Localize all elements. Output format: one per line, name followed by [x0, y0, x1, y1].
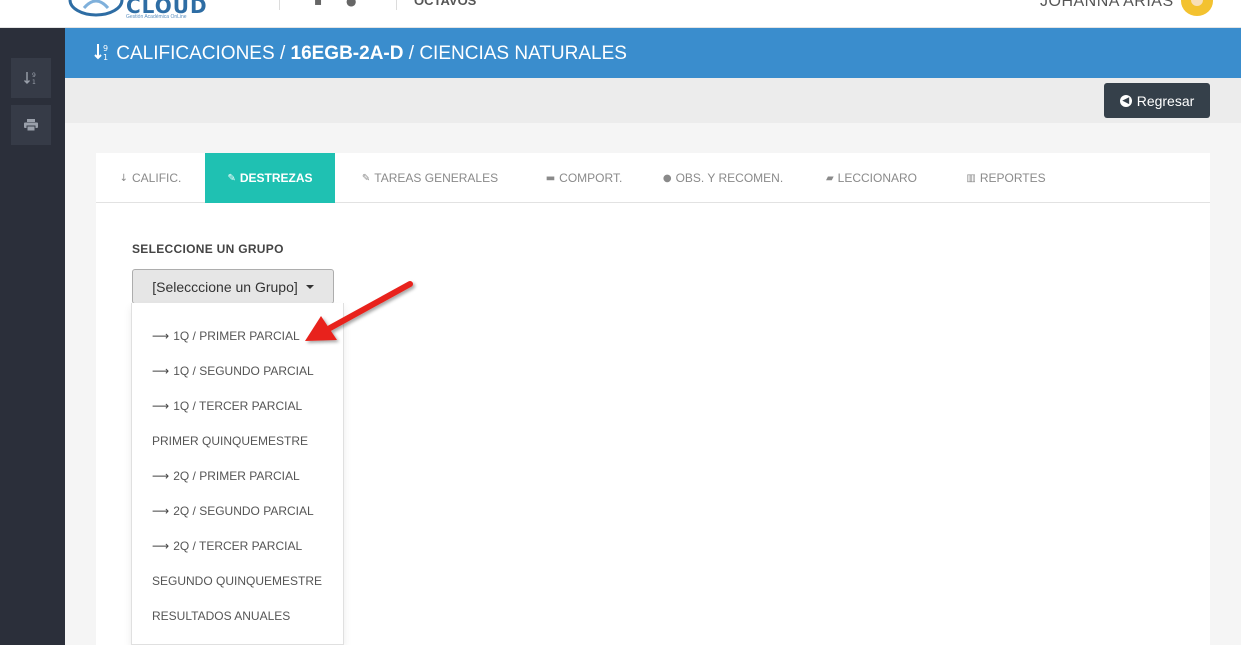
comments-icon: ●	[662, 172, 672, 184]
user-name[interactable]: JOHANNA ARIAS	[1040, 0, 1174, 11]
long-arrow-right-icon: ⟶	[152, 504, 170, 518]
tab-tareas-generales[interactable]: ✎ TAREAS GENERALES	[335, 153, 525, 203]
logo-tagline: Gestión Académica OnLine	[126, 14, 187, 20]
menu-item-2q-tercer-parcial[interactable]: ⟶ 2Q / TERCER PARCIAL	[152, 539, 302, 553]
tab-label: REPORTES	[979, 171, 1046, 185]
tab-label: LECCIONARO	[837, 171, 918, 185]
tab-label: CALIFIC.	[132, 171, 182, 185]
book-icon: ▰	[825, 172, 834, 184]
group-select-label: SELECCIONE UN GRUPO	[132, 242, 284, 256]
tab-destrezas[interactable]: ✎ DESTREZAS	[205, 153, 335, 203]
left-sidebar: 9 1	[0, 28, 65, 645]
course-menu-link[interactable]: OCTAVOS	[414, 0, 476, 8]
breadcrumb: 9 1 CALIFICACIONES / 16EGB-2A-D / CIENCI…	[93, 42, 627, 65]
menu-item-2q-primer-parcial[interactable]: ⟶ 2Q / PRIMER PARCIAL	[152, 469, 300, 483]
svg-text:9: 9	[103, 44, 108, 53]
long-arrow-right-icon: ⟶	[152, 539, 170, 553]
menu-item-2q-segundo-parcial[interactable]: ⟶ 2Q / SEGUNDO PARCIAL	[152, 504, 314, 518]
tab-obs-recomen[interactable]: ● OBS. Y RECOMEN.	[643, 153, 803, 203]
tab-bar: ↓ CALIFIC. ✎ DESTREZAS ✎ TAREAS GENERALE…	[96, 153, 1210, 203]
menu-item-1q-primer-parcial[interactable]: ⟶ 1Q / PRIMER PARCIAL	[152, 329, 300, 343]
avatar[interactable]	[1181, 0, 1213, 16]
long-arrow-right-icon: ⟶	[152, 329, 170, 343]
menu-item-1q-tercer-parcial[interactable]: ⟶ 1Q / TERCER PARCIAL	[152, 399, 302, 413]
edit-icon: ✎	[227, 172, 236, 184]
tab-leccionaro[interactable]: ▰ LECCIONARO	[803, 153, 940, 203]
grades-sort-icon[interactable]: 9 1	[11, 58, 51, 98]
back-button-label: Regresar	[1136, 92, 1195, 109]
long-arrow-right-icon: ⟶	[152, 364, 170, 378]
group-dropdown-button[interactable]: [Selecccione un Grupo]	[132, 269, 334, 304]
menu-item-segundo-quinquemestre[interactable]: SEGUNDO QUINQUEMESTRE	[152, 574, 322, 588]
grid-icon[interactable]: ▪	[314, 0, 322, 8]
arrow-circle-left-icon: ◀	[1119, 94, 1132, 107]
cloud-logo-icon	[68, 0, 124, 17]
tab-label: COMPORT.	[559, 171, 623, 185]
edit-icon: ✎	[361, 172, 371, 184]
tab-label: TAREAS GENERALES	[374, 171, 499, 185]
breadcrumb-separator: /	[279, 43, 286, 64]
menu-item-resultados-anuales[interactable]: RESULTADOS ANUALES	[152, 609, 290, 623]
sort-numeric-icon: 9 1	[94, 44, 108, 62]
comment-icon: ▬	[545, 172, 556, 184]
long-arrow-right-icon: ⟶	[152, 469, 170, 483]
svg-text:1: 1	[103, 53, 108, 62]
app-logo[interactable]: CLOUD Gestión Académica OnLine	[66, 0, 207, 20]
caret-down-icon	[305, 284, 314, 289]
action-bar: ◀ Regresar	[65, 78, 1241, 123]
top-navbar: CLOUD Gestión Académica OnLine ▪ ● OCTAV…	[0, 0, 1241, 28]
tab-comport[interactable]: ▬ COMPORT.	[525, 153, 643, 203]
breadcrumb-subject: CIENCIAS NATURALES	[419, 43, 627, 64]
tab-reportes[interactable]: ▥ REPORTES	[940, 153, 1072, 203]
page-header: 9 1 CALIFICACIONES / 16EGB-2A-D / CIENCI…	[65, 28, 1241, 78]
main-panel: ↓ CALIFIC. ✎ DESTREZAS ✎ TAREAS GENERALE…	[96, 153, 1210, 645]
long-arrow-right-icon: ⟶	[152, 399, 170, 413]
menu-item-primer-quinquemestre[interactable]: PRIMER QUINQUEMESTRE	[152, 434, 308, 448]
menu-item-1q-segundo-parcial[interactable]: ⟶ 1Q / SEGUNDO PARCIAL	[152, 364, 314, 378]
topbar-divider	[279, 0, 280, 10]
settings-icon[interactable]: ●	[346, 0, 356, 8]
breadcrumb-separator: /	[408, 43, 415, 64]
group-dropdown-menu: ⟶ 1Q / PRIMER PARCIAL ⟶ 1Q / SEGUNDO PARCI…	[131, 303, 344, 645]
tab-label: OBS. Y RECOMEN.	[675, 171, 784, 185]
breadcrumb-section: CALIFICACIONES	[116, 43, 275, 64]
sort-numeric-icon: ↓	[119, 172, 129, 184]
tab-label: DESTREZAS	[239, 171, 313, 185]
svg-text:1: 1	[32, 79, 36, 86]
breadcrumb-course: 16EGB-2A-D	[290, 43, 404, 64]
back-button[interactable]: ◀ Regresar	[1104, 83, 1210, 118]
print-icon[interactable]	[11, 105, 51, 145]
tab-calific[interactable]: ↓ CALIFIC.	[96, 153, 205, 203]
svg-text:9: 9	[32, 72, 36, 79]
group-dropdown-label: [Selecccione un Grupo]	[152, 278, 298, 295]
bar-chart-icon: ▥	[966, 172, 976, 184]
topbar-divider	[396, 0, 397, 10]
